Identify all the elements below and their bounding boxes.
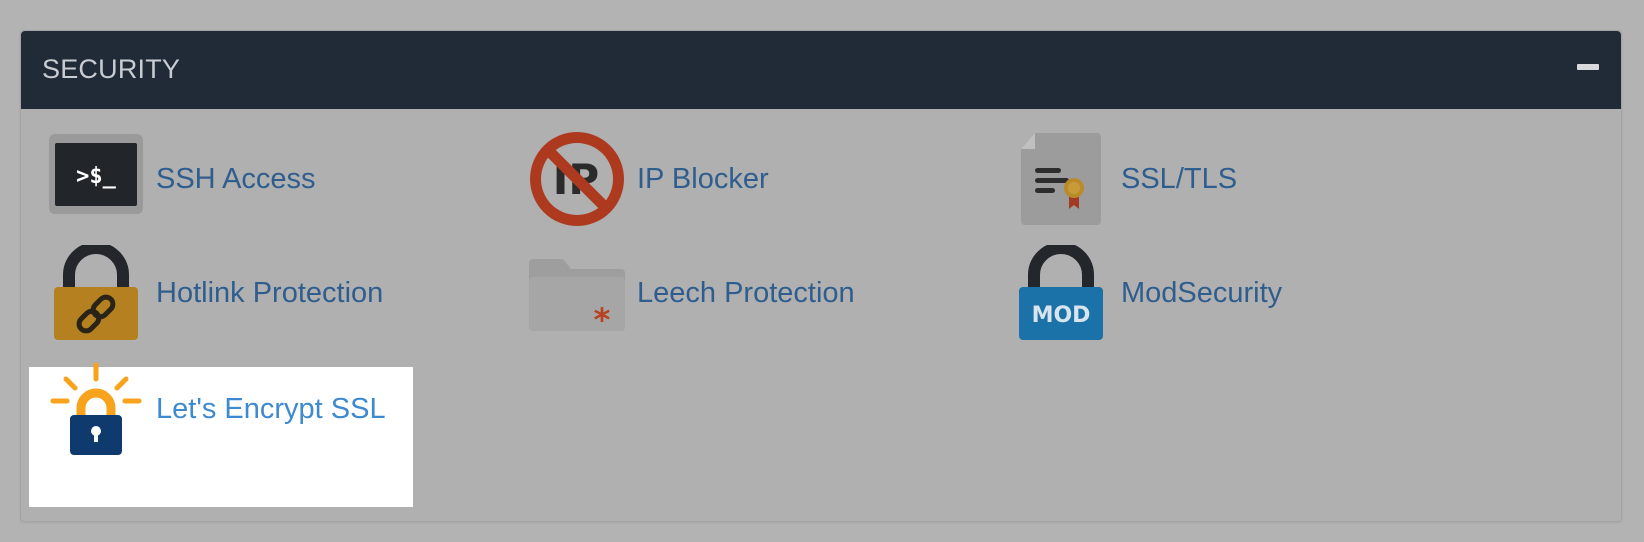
tool-leech-protection[interactable]: * Leech Protection [529, 245, 909, 341]
terminal-prompt-text: >$_ [76, 164, 116, 189]
tool-ssl-tls[interactable]: SSL/TLS [1013, 131, 1313, 227]
tool-label: Let's Encrypt SSL [156, 393, 386, 425]
ip-blocked-icon: IP [529, 131, 625, 227]
svg-text:*: * [594, 301, 611, 339]
lets-encrypt-icon [48, 361, 144, 457]
section-title: SECURITY [42, 54, 181, 84]
mod-text: MOD [1032, 303, 1091, 328]
tool-modsecurity[interactable]: MOD ModSecurity [1013, 245, 1353, 341]
tool-ip-blocker[interactable]: IP IP Blocker [529, 131, 829, 227]
tool-label: ModSecurity [1121, 277, 1283, 309]
tool-lets-encrypt-ssl[interactable]: Let's Encrypt SSL [48, 361, 398, 457]
tool-hotlink-protection[interactable]: Hotlink Protection [48, 245, 428, 341]
padlock-link-icon [48, 245, 144, 341]
tool-label: SSL/TLS [1121, 163, 1238, 195]
security-panel: SECURITY >$_ SSH Access IP IP Blocker [20, 30, 1622, 522]
tool-label: SSH Access [156, 163, 316, 195]
tool-label: Leech Protection [637, 277, 855, 309]
padlock-mod-icon: MOD [1013, 245, 1109, 341]
panel-header: SECURITY [21, 31, 1621, 109]
tool-label: Hotlink Protection [156, 277, 384, 309]
certificate-icon [1013, 131, 1109, 227]
minus-icon [1577, 64, 1599, 70]
tool-label: IP Blocker [637, 163, 769, 195]
folder-asterisk-icon: * [529, 245, 625, 341]
terminal-icon: >$_ [48, 131, 144, 227]
tool-ssh-access[interactable]: >$_ SSH Access [48, 131, 348, 227]
collapse-button[interactable] [1577, 61, 1601, 75]
